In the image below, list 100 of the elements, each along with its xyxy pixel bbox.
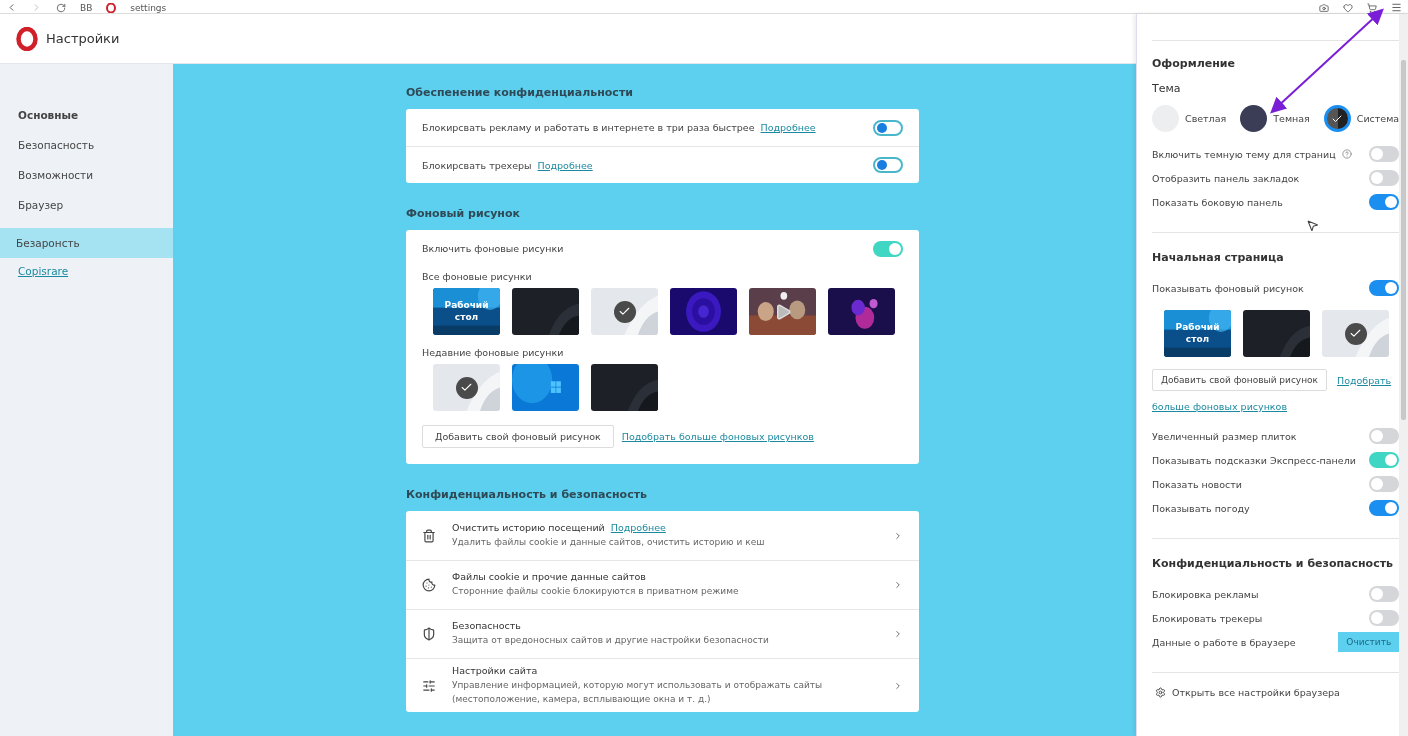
wallpaper-thumbnail[interactable] (828, 288, 895, 335)
sidebar-item[interactable]: Безопасность (0, 130, 173, 160)
setting-label: Блокировать трекеры (1152, 612, 1263, 624)
camera-icon[interactable] (1319, 3, 1329, 13)
setting-label: Отобразить панель закладок (1152, 172, 1300, 184)
section-title: Конфиденциальность и безопасность (406, 488, 649, 501)
sidebar-item[interactable]: Безаронсть (0, 228, 173, 258)
clear-button[interactable]: Очистить (1338, 632, 1400, 652)
toggle-switch[interactable] (1369, 452, 1400, 468)
setting-title: Файлы cookie и прочие данные сайтов (452, 571, 646, 583)
chevron-icon[interactable] (893, 580, 903, 590)
group-label: Недавние фоновые рисунки (421, 346, 565, 360)
setting-description: Удалить файлы cookie и данные сайтов, очистить историю и кеш (452, 535, 766, 549)
setting-label: Показывать подсказки Экспресс-панели (1152, 454, 1356, 466)
toggle-switch[interactable] (1369, 500, 1400, 516)
theme-swatch[interactable] (1240, 105, 1268, 132)
sidebar-item[interactable]: Браузер (0, 190, 173, 220)
section-title: Обеспенение конфиденциальности (406, 86, 634, 99)
sidebar-link[interactable]: Copisrare (0, 258, 173, 284)
thumbnail-label: Рабочий стол (443, 298, 490, 325)
toggle-switch[interactable] (1369, 610, 1400, 626)
more-wallpapers-link[interactable]: Подобрать больше фоновых рисунков (621, 431, 814, 442)
setting-label: Показать новости (1152, 478, 1242, 490)
setting-label: Показывать фоновый рисунок (1152, 282, 1304, 294)
toggle-switch[interactable] (873, 240, 903, 257)
setting-title: Настройки сайта (452, 665, 538, 676)
theme-label: Система (1356, 113, 1400, 124)
more-link[interactable]: Подробнее (537, 159, 593, 171)
setting-label: Блокирсвать рекламу и работать в интернете в три раза быстрее (422, 122, 755, 133)
toggle-switch[interactable] (873, 157, 903, 173)
toggle-switch[interactable] (1369, 428, 1400, 444)
sidebar-heading[interactable]: Основные (0, 100, 173, 130)
toolbar-label[interactable]: BB (80, 3, 93, 13)
scrollbar[interactable] (1399, 14, 1408, 736)
wallpaper-thumbnail[interactable] (591, 288, 658, 335)
wallpaper-thumbnail[interactable] (1243, 310, 1310, 357)
wallpaper-thumbnail[interactable] (749, 288, 816, 335)
setting-description: Управление информацией, которую могут использовать и отображать сайты (местоположение, камера, всплывающие окна и т. д.) (452, 679, 824, 706)
wallpaper-thumbnail[interactable]: Рабочий стол (1164, 310, 1231, 357)
tab-title[interactable]: settings (130, 3, 167, 13)
cursor-icon (1306, 219, 1319, 232)
toggle-switch[interactable] (873, 119, 903, 136)
theme-label: Тема (1152, 82, 1182, 95)
toggle-switch[interactable] (1369, 586, 1400, 602)
chevron-icon[interactable] (893, 629, 903, 639)
cart-icon[interactable] (1367, 3, 1377, 13)
toggle-switch[interactable] (1369, 146, 1400, 162)
toggle-switch[interactable] (1369, 194, 1400, 210)
setting-label: Блокирсвать трехеры (422, 159, 532, 171)
more-wallpapers-link[interactable]: больше фоновых рисунков (1152, 401, 1287, 412)
reload-icon[interactable] (56, 3, 66, 13)
trash-icon (422, 528, 436, 543)
group-label: Все фоновые рисунки (421, 270, 533, 284)
theme-label: Темная (1273, 113, 1310, 124)
panel-heading: Оформление (1152, 57, 1236, 70)
more-link[interactable]: Подробнее (760, 122, 816, 133)
thumbnail-label: Рабочий стол (1174, 320, 1221, 347)
wallpaper-thumbnail[interactable] (512, 288, 579, 335)
theme-label: Светлая (1185, 113, 1227, 124)
panel-heading: Конфиденциальность и безопасность (1152, 557, 1395, 570)
panel-heading: Начальная страница (1152, 251, 1285, 264)
setting-title: Безопасность (452, 620, 521, 632)
toggle-switch[interactable] (1369, 170, 1400, 186)
sliders-icon (422, 678, 436, 693)
add-wallpaper-button[interactable]: Добавить свой фоновый рисунок (422, 425, 614, 448)
setting-description: Сторонние файлы cookie блокируются в приватном режиме (452, 585, 740, 599)
more-link[interactable]: Подробнее (610, 521, 666, 533)
wallpaper-thumbnail[interactable]: Рабочий стол (433, 288, 500, 335)
setting-label: Показывать погоду (1152, 502, 1250, 514)
page-title: Настройки (46, 31, 120, 46)
setting-title: Очистить историю посещений (452, 521, 605, 533)
setting-description: Защита от вредоносных сайтов и другие настройки безопасности (452, 634, 770, 648)
wallpaper-thumbnail[interactable] (433, 364, 500, 411)
setting-label: Данные о работе в браузере (1152, 636, 1296, 648)
heart-icon[interactable] (1343, 3, 1353, 13)
setting-label: Включить фоновые рисунки (422, 243, 564, 254)
browser-logo-icon (106, 3, 117, 13)
cookie-icon (422, 578, 436, 592)
toggle-switch[interactable] (1369, 476, 1400, 492)
setting-label: Включить темную тему для страниц (1152, 148, 1336, 160)
chevron-icon[interactable] (893, 530, 903, 541)
help-icon[interactable] (1341, 149, 1352, 159)
more-wallpapers-link[interactable]: Подобрать (1337, 374, 1392, 386)
setting-label: Показать боковую панель (1152, 196, 1283, 208)
settings-icon (1155, 687, 1166, 698)
menu-icon[interactable] (1391, 2, 1402, 13)
setting-label: Блокировка рекламы (1152, 588, 1259, 600)
wallpaper-thumbnail[interactable] (670, 288, 737, 335)
toggle-switch[interactable] (1369, 280, 1400, 296)
add-wallpaper-button[interactable]: Добавить свой фоновый рисунок (1152, 369, 1327, 391)
sidebar-item[interactable]: Возможности (0, 160, 173, 190)
chevron-icon[interactable] (893, 680, 903, 691)
wallpaper-thumbnail[interactable] (591, 364, 658, 411)
theme-swatch[interactable] (1323, 105, 1351, 132)
setting-label: Увеличенный размер плиток (1152, 430, 1297, 442)
wallpaper-thumbnail[interactable] (512, 364, 579, 411)
open-settings-link[interactable]: Открыть все настройки браузера (1172, 687, 1340, 698)
browser-logo-icon (16, 26, 38, 51)
wallpaper-thumbnail[interactable] (1322, 310, 1389, 357)
section-title: Фоновый рисунок (406, 207, 521, 220)
